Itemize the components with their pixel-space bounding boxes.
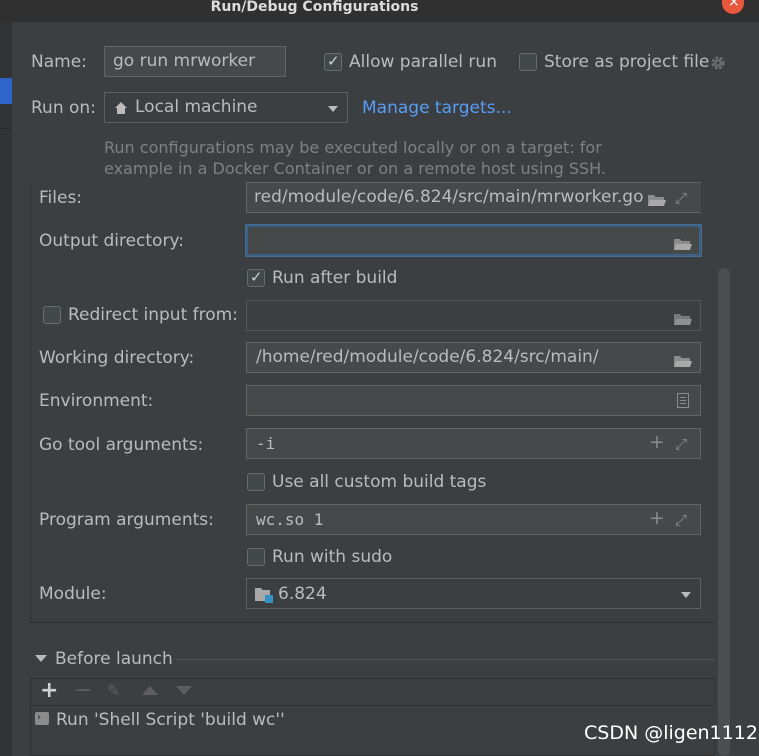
redirect-input-field[interactable] xyxy=(246,300,701,331)
folder-icon[interactable] xyxy=(674,352,692,372)
files-input-value: red/module/code/6.824/src/main/mrworker.… xyxy=(254,187,644,207)
module-label: Module: xyxy=(39,584,107,604)
working-dir-input[interactable]: /home/red/module/code/6.824/src/main/ xyxy=(246,342,701,373)
custom-tags-label[interactable]: Use all custom build tags xyxy=(272,472,486,492)
run-on-label: Run on: xyxy=(31,98,96,118)
module-folder-icon xyxy=(255,587,273,603)
move-down-icon[interactable] xyxy=(176,686,192,695)
run-on-select[interactable]: Local machine xyxy=(104,92,348,123)
chevron-down-icon xyxy=(328,106,338,112)
working-dir-input-value: /home/red/module/code/6.824/src/main/ xyxy=(256,347,599,367)
folder-icon[interactable] xyxy=(648,191,666,211)
move-up-icon[interactable] xyxy=(142,686,158,695)
plus-icon[interactable]: + xyxy=(649,433,665,452)
environment-label: Environment: xyxy=(39,391,154,411)
output-dir-input[interactable] xyxy=(246,225,701,256)
go-tool-args-input[interactable]: -i xyxy=(246,428,701,459)
output-dir-label: Output directory: xyxy=(39,231,184,251)
go-tool-args-label: Go tool arguments: xyxy=(39,435,204,455)
expand-icon[interactable]: ⤢ xyxy=(675,436,687,452)
window-title: Run/Debug Configurations xyxy=(210,0,419,15)
expand-icon[interactable]: ⤢ xyxy=(675,512,687,528)
config-tree-strip[interactable] xyxy=(0,22,12,756)
custom-tags-checkbox[interactable] xyxy=(247,473,265,491)
collapse-triangle-icon[interactable] xyxy=(35,655,47,662)
redirect-input-checkbox[interactable] xyxy=(43,306,61,324)
name-input[interactable]: go run mrworker xyxy=(104,46,286,77)
program-args-input-value: wc.so 1 xyxy=(256,510,324,529)
expand-icon[interactable]: ⤢ xyxy=(675,190,687,206)
redirect-input-label[interactable]: Redirect input from: xyxy=(68,305,238,325)
run-on-hint-line1: Run configurations may be executed local… xyxy=(104,138,602,157)
before-launch-separator xyxy=(176,659,715,660)
name-input-value: go run mrworker xyxy=(113,51,256,71)
module-select[interactable]: 6.824 xyxy=(246,578,701,609)
document-icon[interactable] xyxy=(677,393,689,408)
program-args-label: Program arguments: xyxy=(39,510,214,530)
terminal-icon: › xyxy=(35,712,49,725)
folder-icon[interactable] xyxy=(674,235,692,255)
files-label: Files: xyxy=(39,188,83,208)
config-tree-divider xyxy=(0,128,12,129)
csdn-watermark: CSDN @ligen1112 xyxy=(584,722,758,744)
edit-task-icon[interactable]: ✎ xyxy=(107,682,120,700)
run-on-hint-line2: example in a Docker Container or on a re… xyxy=(104,159,606,178)
go-tool-args-input-value: -i xyxy=(256,434,276,453)
files-input[interactable]: red/module/code/6.824/src/main/mrworker.… xyxy=(246,182,701,213)
plus-icon[interactable]: + xyxy=(649,509,665,528)
environment-input[interactable] xyxy=(246,385,701,416)
gear-icon[interactable] xyxy=(709,54,727,72)
folder-icon[interactable] xyxy=(674,310,692,330)
form-scrollbar-thumb[interactable] xyxy=(718,268,730,756)
home-icon xyxy=(114,100,128,114)
allow-parallel-checkbox[interactable] xyxy=(324,52,342,71)
before-launch-task-label[interactable]: Run 'Shell Script 'build wc'' xyxy=(56,710,285,730)
before-launch-title[interactable]: Before launch xyxy=(55,649,173,669)
config-tree-selected-item[interactable] xyxy=(0,78,12,104)
manage-targets-link[interactable]: Manage targets... xyxy=(362,98,512,118)
add-task-icon[interactable]: + xyxy=(40,680,58,702)
module-selected-value: 6.824 xyxy=(278,584,327,604)
run-with-sudo-label[interactable]: Run with sudo xyxy=(272,547,392,567)
working-dir-label: Working directory: xyxy=(39,348,195,368)
run-after-build-label[interactable]: Run after build xyxy=(272,268,397,288)
run-with-sudo-checkbox[interactable] xyxy=(247,548,265,566)
program-args-input[interactable]: wc.so 1 xyxy=(246,504,701,535)
chevron-down-icon xyxy=(681,592,691,598)
run-on-selected-value: Local machine xyxy=(135,97,258,117)
run-after-build-checkbox[interactable] xyxy=(247,268,265,287)
name-label: Name: xyxy=(31,52,87,72)
store-project-checkbox[interactable] xyxy=(519,53,537,71)
store-project-label[interactable]: Store as project file xyxy=(544,52,709,72)
allow-parallel-label[interactable]: Allow parallel run xyxy=(349,52,497,72)
remove-task-icon[interactable]: − xyxy=(74,680,92,702)
